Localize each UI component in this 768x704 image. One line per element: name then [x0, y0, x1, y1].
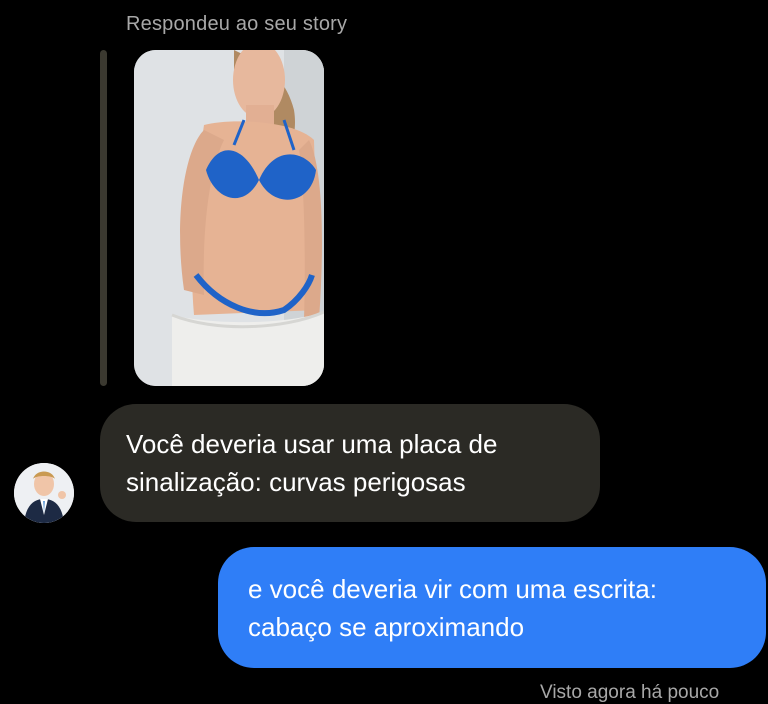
story-thumbnail[interactable] [134, 50, 324, 386]
message-text-line: e você deveria vir com uma escrita: [248, 574, 657, 604]
message-sent[interactable]: e você deveria vir com uma escrita: caba… [218, 547, 766, 668]
story-reply-label: Respondeu ao seu story [126, 13, 348, 35]
seen-status: Visto agora há pouco [540, 682, 720, 703]
message-text-line: sinalização: curvas perigosas [126, 467, 466, 497]
message-text-line: Você deveria usar uma placa de [126, 429, 498, 459]
message-text-line: cabaço se aproximando [248, 612, 525, 642]
avatar-photo [14, 463, 74, 523]
quote-bar [100, 50, 107, 386]
avatar[interactable] [14, 463, 74, 523]
message-received[interactable]: Você deveria usar uma placa de sinalizaç… [100, 404, 600, 522]
story-photo-image [134, 50, 324, 386]
